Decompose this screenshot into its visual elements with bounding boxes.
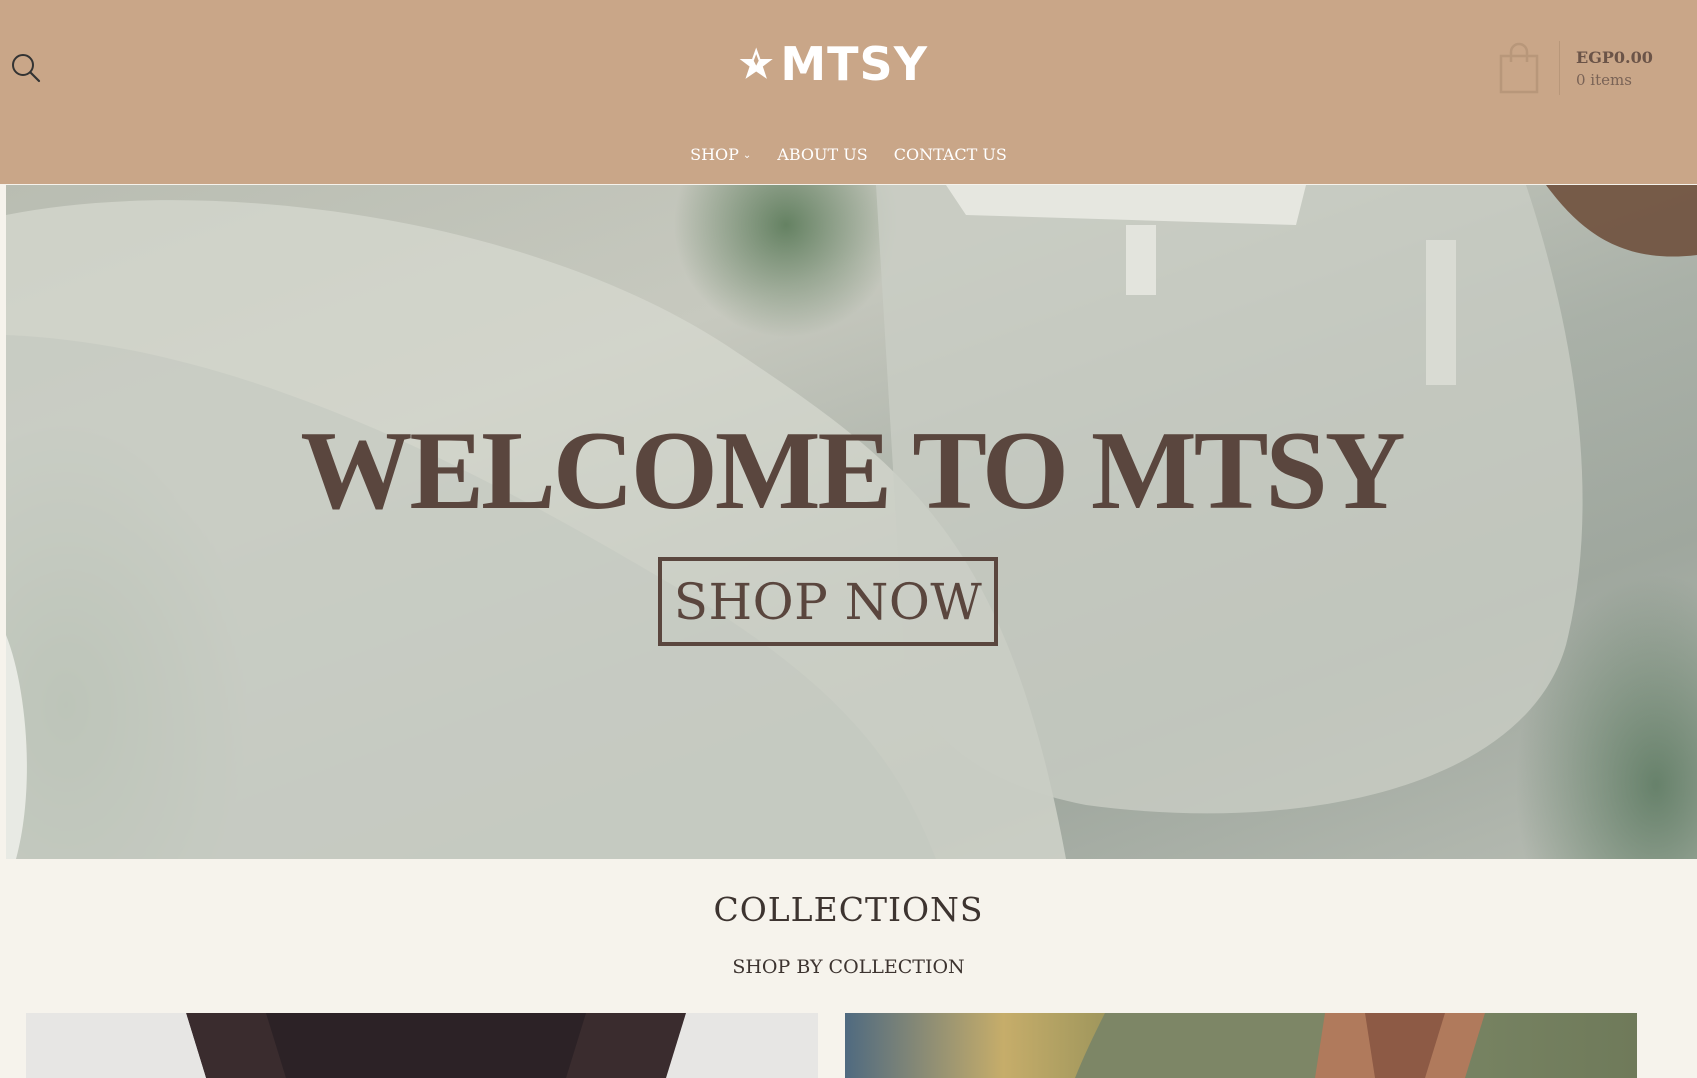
collection-card[interactable] <box>26 1013 818 1078</box>
nav-item-about-us[interactable]: ABOUT US <box>777 145 867 164</box>
site-logo[interactable]: MTSY <box>738 36 928 92</box>
cart-total: EGP0.00 <box>1576 47 1653 67</box>
logo-star-icon <box>739 47 773 79</box>
logo-text: MTSY <box>780 37 928 91</box>
cart-item-count: 0 items <box>1576 70 1632 89</box>
nav-item-shop[interactable]: SHOP ⌄ <box>690 145 751 164</box>
nav-item-about-us-label: ABOUT US <box>777 145 868 164</box>
site-header: MTSY SHOP ⌄ ABOUT US CONTACT US EGP0.00 … <box>0 0 1697 184</box>
search-button[interactable] <box>10 52 42 84</box>
chevron-down-icon: ⌄ <box>742 150 752 161</box>
collection-image <box>1075 1013 1485 1078</box>
cart-button[interactable]: EGP0.00 0 items <box>1497 40 1677 96</box>
hero-title: WELCOME TO MTSY <box>300 409 1405 533</box>
main-nav: SHOP ⌄ ABOUT US CONTACT US <box>0 145 1697 164</box>
cart-summary: EGP0.00 0 items <box>1576 48 1653 89</box>
cart-divider <box>1559 41 1560 95</box>
shop-now-button[interactable]: SHOP NOW <box>658 557 998 646</box>
search-icon <box>12 54 41 83</box>
collections-subtitle: SHOP BY COLLECTION <box>732 956 965 978</box>
nav-item-contact-us-label: CONTACT US <box>893 145 1007 164</box>
collection-image <box>26 1013 686 1078</box>
nav-item-contact-us[interactable]: CONTACT US <box>894 145 1007 164</box>
collection-card[interactable] <box>845 1013 1637 1078</box>
collections-title: COLLECTIONS <box>713 890 984 929</box>
hero-banner: WELCOME TO MTSY SHOP NOW <box>6 185 1697 859</box>
shopping-bag-icon <box>1499 42 1539 94</box>
nav-item-shop-label: SHOP <box>690 145 739 164</box>
